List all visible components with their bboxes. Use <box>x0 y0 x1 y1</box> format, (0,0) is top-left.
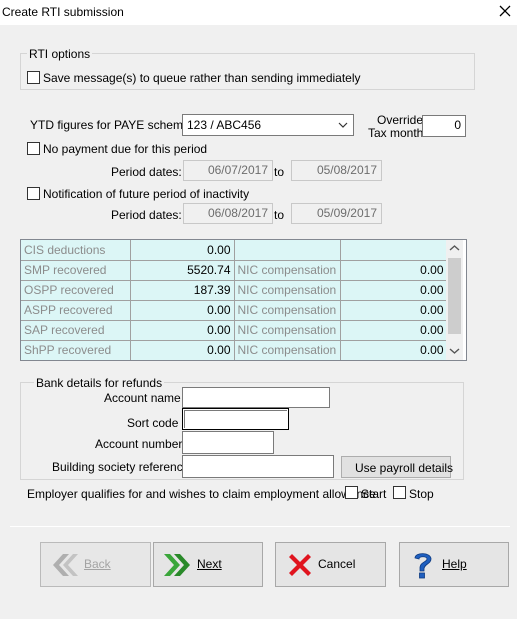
building-society-label: Building society reference <box>52 460 190 474</box>
allowance-stop-label: Stop <box>409 487 434 501</box>
account-name-label: Account name <box>104 391 181 405</box>
table-row[interactable]: ShPP recovered 0.00 NIC compensation 0.0… <box>21 340 448 360</box>
override-label-line1: Override <box>377 113 424 127</box>
grid-value[interactable]: 0.00 <box>130 320 235 341</box>
bank-details-group-label: Bank details for refunds <box>34 376 165 390</box>
back-button[interactable]: Back <box>40 542 151 587</box>
grid-scrollbar[interactable] <box>446 240 463 360</box>
grid-value[interactable]: 0.00 <box>130 300 235 321</box>
table-row[interactable]: SMP recovered 5520.74 NIC compensation 0… <box>21 260 448 281</box>
grid-value-2[interactable]: 0.00 <box>340 300 448 321</box>
grid-value-2[interactable] <box>340 240 448 261</box>
grid-label: OSPP recovered <box>21 280 131 301</box>
inactivity-checkbox-label: Notification of future period of inactiv… <box>43 187 250 201</box>
table-row[interactable]: OSPP recovered 187.39 NIC compensation 0… <box>21 280 448 301</box>
grid-label: ASPP recovered <box>21 300 131 321</box>
grid-value-2[interactable]: 0.00 <box>340 320 448 341</box>
no-payment-checkbox-label: No payment due for this period <box>43 142 208 156</box>
chevron-down-icon <box>338 115 348 135</box>
grid-label: ShPP recovered <box>21 340 131 360</box>
inactivity-checkbox[interactable] <box>27 187 40 200</box>
grid-label-2: NIC compensation <box>234 320 341 341</box>
override-tax-month-input[interactable]: 0 <box>422 115 466 137</box>
scroll-down-icon[interactable] <box>446 343 463 360</box>
grid-label-2: NIC compensation <box>234 260 341 281</box>
grid-value-2[interactable]: 0.00 <box>340 260 448 281</box>
grid-label: CIS deductions <box>21 240 131 261</box>
next-arrows-icon <box>162 551 192 582</box>
rti-options-group-label: RTI options <box>27 47 93 61</box>
sort-code-label: Sort code <box>127 416 179 430</box>
grid-label-2: NIC compensation <box>234 300 341 321</box>
use-payroll-details-button[interactable]: Use payroll details <box>341 456 454 478</box>
grid-label-2 <box>234 240 341 261</box>
inactivity-period-label: Period dates: <box>111 208 182 222</box>
cancel-button[interactable]: Cancel <box>275 542 386 587</box>
grid-label: SAP recovered <box>21 320 131 341</box>
ytd-label: YTD figures for PAYE scheme <box>30 118 190 132</box>
grid-value[interactable]: 0.00 <box>130 340 235 360</box>
account-number-input[interactable] <box>182 431 274 454</box>
queue-checkbox-label: Save message(s) to queue rather than sen… <box>43 71 361 85</box>
back-arrows-icon <box>49 551 79 582</box>
table-row[interactable]: SAP recovered 0.00 NIC compensation 0.00 <box>21 320 448 341</box>
cancel-x-icon <box>286 551 314 582</box>
back-button-label: Back <box>84 557 111 571</box>
building-society-input[interactable] <box>182 455 334 478</box>
sort-code-input[interactable] <box>182 408 289 430</box>
inactivity-from-date[interactable]: 06/08/2017 <box>183 203 273 224</box>
help-question-icon <box>410 549 436 584</box>
grid-value[interactable]: 5520.74 <box>130 260 235 281</box>
recovery-grid[interactable]: CIS deductions 0.00 SMP recovered 5520.7… <box>20 239 467 361</box>
account-number-label: Account number <box>95 437 183 451</box>
close-icon[interactable] <box>497 3 513 19</box>
employment-allowance-label: Employer qualifies for and wishes to cla… <box>27 487 376 501</box>
separator <box>10 526 510 527</box>
allowance-start-label: Start <box>361 487 387 501</box>
no-payment-to-label: to <box>274 165 285 179</box>
no-payment-to-date[interactable]: 05/08/2017 <box>291 160 382 181</box>
no-payment-checkbox[interactable] <box>27 142 40 155</box>
inactivity-to-date[interactable]: 05/09/2017 <box>291 203 382 224</box>
table-row[interactable]: ASPP recovered 0.00 NIC compensation 0.0… <box>21 300 448 321</box>
table-row[interactable]: CIS deductions 0.00 <box>21 240 448 261</box>
use-payroll-details-label: Use payroll details <box>355 461 454 475</box>
paye-scheme-value: 123 / ABC456 <box>187 118 262 132</box>
grid-label-2: NIC compensation <box>234 340 341 360</box>
grid-value[interactable]: 187.39 <box>130 280 235 301</box>
window-title: Create RTI submission <box>2 5 124 19</box>
queue-checkbox[interactable] <box>27 71 40 84</box>
account-name-input[interactable] <box>182 387 330 408</box>
help-button[interactable]: Help <box>399 542 509 587</box>
scroll-up-icon[interactable] <box>446 240 463 257</box>
scrollbar-thumb[interactable] <box>448 258 461 334</box>
inactivity-to-label: to <box>274 208 285 222</box>
help-button-label: Help <box>442 557 467 571</box>
grid-value-2[interactable]: 0.00 <box>340 280 448 301</box>
override-label-line2: Tax month <box>368 126 424 140</box>
no-payment-from-date[interactable]: 06/07/2017 <box>183 160 273 181</box>
recovery-table: CIS deductions 0.00 SMP recovered 5520.7… <box>21 240 448 360</box>
grid-value-2[interactable]: 0.00 <box>340 340 448 360</box>
no-payment-period-label: Period dates: <box>111 165 182 179</box>
next-button-label: Next <box>197 557 222 571</box>
paye-scheme-select[interactable]: 123 / ABC456 <box>182 114 354 136</box>
next-button[interactable]: Next <box>153 542 263 587</box>
cancel-button-label: Cancel <box>318 557 356 571</box>
allowance-start-checkbox[interactable] <box>345 486 358 499</box>
allowance-stop-checkbox[interactable] <box>393 486 406 499</box>
grid-label-2: NIC compensation <box>234 280 341 301</box>
grid-value[interactable]: 0.00 <box>130 240 235 261</box>
grid-label: SMP recovered <box>21 260 131 281</box>
